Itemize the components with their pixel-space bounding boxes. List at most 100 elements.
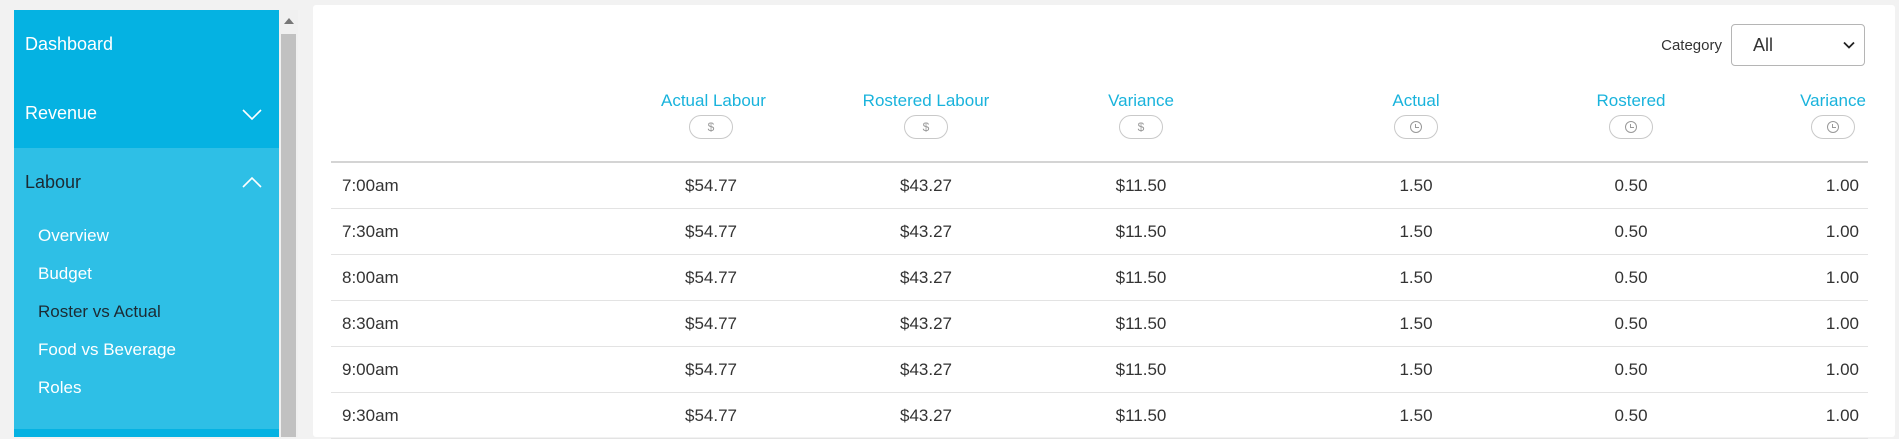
- category-selected-value: All: [1753, 34, 1774, 55]
- cell-actual-labour: $54.77: [685, 406, 737, 425]
- header-title: Rostered Labour: [862, 91, 990, 110]
- category-filter: Category All: [1661, 24, 1865, 66]
- dollar-icon: $: [689, 115, 733, 139]
- table-row[interactable]: 7:30am $54.77 $43.27 $11.50 1.50 0.50 1.…: [331, 209, 1868, 255]
- header-title: Actual Labour: [661, 91, 766, 110]
- cell-rostered-labour: $43.27: [900, 268, 952, 287]
- table-row[interactable]: 8:00am $54.77 $43.27 $11.50 1.50 0.50 1.…: [331, 255, 1868, 301]
- table-body: 7:00am $54.77 $43.27 $11.50 1.50 0.50 1.…: [331, 163, 1868, 439]
- unit-symbol: $: [707, 120, 715, 134]
- submenu-item-roster-vs-actual[interactable]: Roster vs Actual: [14, 293, 279, 331]
- header-title: Variance: [1800, 91, 1866, 110]
- submenu-item-label: Budget: [38, 264, 92, 283]
- table-row[interactable]: 9:30am $54.77 $43.27 $11.50 1.50 0.50 1.…: [331, 393, 1868, 439]
- unit-symbol: $: [1137, 120, 1145, 134]
- cell-variance-hours: 1.00: [1825, 222, 1859, 241]
- sidebar-item-label: Labour: [25, 172, 82, 192]
- cell-rostered-labour: $43.27: [900, 406, 952, 425]
- sidebar-item-revenue[interactable]: Revenue: [14, 79, 279, 148]
- cell-rostered-hours: 0.50: [1614, 314, 1648, 333]
- cell-actual-labour: $54.77: [685, 314, 737, 333]
- cell-time: 8:30am: [342, 314, 399, 333]
- category-select[interactable]: All: [1731, 24, 1865, 66]
- unit-symbol: $: [922, 120, 930, 134]
- header-rostered-hours[interactable]: Rostered: [1581, 90, 1681, 139]
- sidebar-item-labour[interactable]: Labour: [14, 148, 279, 217]
- cell-actual-hours: 1.50: [1399, 268, 1433, 287]
- labour-submenu: Overview Budget Roster vs Actual Food vs…: [14, 217, 279, 407]
- submenu-item-roles[interactable]: Roles: [14, 369, 279, 407]
- submenu-item-budget[interactable]: Budget: [14, 255, 279, 293]
- cell-rostered-labour: $43.27: [900, 360, 952, 379]
- scrollbar-thumb[interactable]: [281, 34, 296, 437]
- cell-rostered-hours: 0.50: [1614, 360, 1648, 379]
- cell-time: 7:30am: [342, 222, 399, 241]
- header-actual-labour[interactable]: Actual Labour $: [661, 90, 766, 139]
- dollar-icon: $: [904, 115, 948, 139]
- sidebar-item-label: Revenue: [25, 103, 98, 123]
- scroll-up-arrow-icon[interactable]: [284, 18, 294, 24]
- cell-variance-cost: $11.50: [1115, 222, 1167, 241]
- table-row[interactable]: 8:30am $54.77 $43.27 $11.50 1.50 0.50 1.…: [331, 301, 1868, 347]
- header-title: Rostered: [1596, 91, 1666, 110]
- sidebar-scrollbar[interactable]: [279, 10, 298, 437]
- cell-actual-labour: $54.77: [685, 176, 737, 195]
- header-rostered-labour[interactable]: Rostered Labour $: [826, 90, 1026, 139]
- table-row[interactable]: 9:00am $54.77 $43.27 $11.50 1.50 0.50 1.…: [331, 347, 1868, 393]
- sidebar-next-section: [14, 429, 279, 437]
- cell-rostered-hours: 0.50: [1614, 268, 1648, 287]
- cell-time: 8:00am: [342, 268, 399, 287]
- submenu-item-label: Roles: [38, 378, 82, 397]
- header-title: Variance: [1108, 91, 1174, 110]
- cell-variance-hours: 1.00: [1825, 268, 1859, 287]
- cell-actual-labour: $54.77: [685, 222, 737, 241]
- cell-variance-cost: $11.50: [1115, 360, 1167, 379]
- cell-actual-hours: 1.50: [1399, 406, 1433, 425]
- cell-time: 7:00am: [342, 176, 399, 195]
- cell-actual-hours: 1.50: [1399, 176, 1433, 195]
- clock-icon: [1394, 115, 1438, 139]
- chevron-down-icon: [1843, 41, 1855, 49]
- chevron-up-icon: [242, 176, 262, 188]
- cell-actual-labour: $54.77: [685, 360, 737, 379]
- cell-actual-hours: 1.50: [1399, 222, 1433, 241]
- header-actual-hours[interactable]: Actual: [1366, 90, 1466, 139]
- cell-actual-labour: $54.77: [685, 268, 737, 287]
- cell-rostered-hours: 0.50: [1614, 176, 1648, 195]
- cell-time: 9:00am: [342, 360, 399, 379]
- cell-variance-hours: 1.00: [1825, 360, 1859, 379]
- sidebar-item-dashboard[interactable]: Dashboard: [14, 10, 279, 79]
- category-label: Category: [1661, 36, 1722, 54]
- submenu-item-label: Overview: [38, 226, 109, 245]
- cell-time: 9:30am: [342, 406, 399, 425]
- submenu-item-label: Roster vs Actual: [38, 302, 161, 321]
- cell-rostered-labour: $43.27: [900, 314, 952, 333]
- cell-variance-cost: $11.50: [1115, 176, 1167, 195]
- cell-variance-hours: 1.00: [1825, 406, 1859, 425]
- table-header: Actual Labour $ Rostered Labour $ Varian…: [331, 90, 1868, 163]
- cell-variance-hours: 1.00: [1825, 314, 1859, 333]
- roster-vs-actual-table: Actual Labour $ Rostered Labour $ Varian…: [331, 90, 1868, 439]
- dollar-icon: $: [1119, 115, 1163, 139]
- chevron-down-icon: [242, 108, 262, 120]
- submenu-item-label: Food vs Beverage: [38, 340, 176, 359]
- sidebar: Dashboard Revenue Labour Overview Budget…: [14, 10, 279, 437]
- table-row[interactable]: 7:00am $54.77 $43.27 $11.50 1.50 0.50 1.…: [331, 163, 1868, 209]
- clock-icon: [1609, 115, 1653, 139]
- cell-actual-hours: 1.50: [1399, 360, 1433, 379]
- header-variance-hours[interactable]: Variance: [1793, 90, 1873, 139]
- cell-variance-cost: $11.50: [1115, 406, 1167, 425]
- cell-variance-cost: $11.50: [1115, 268, 1167, 287]
- submenu-item-food-vs-beverage[interactable]: Food vs Beverage: [14, 331, 279, 369]
- sidebar-item-label: Dashboard: [25, 34, 114, 54]
- cell-variance-cost: $11.50: [1115, 314, 1167, 333]
- cell-rostered-labour: $43.27: [900, 222, 952, 241]
- header-variance-cost[interactable]: Variance $: [1091, 90, 1191, 139]
- submenu-item-overview[interactable]: Overview: [14, 217, 279, 255]
- main-panel: Category All Actual Labour $ Rostered La…: [313, 5, 1895, 439]
- cell-rostered-hours: 0.50: [1614, 222, 1648, 241]
- sidebar-top-section: Dashboard Revenue: [14, 10, 279, 148]
- cell-variance-hours: 1.00: [1825, 176, 1859, 195]
- header-title: Actual: [1392, 91, 1440, 110]
- cell-rostered-hours: 0.50: [1614, 406, 1648, 425]
